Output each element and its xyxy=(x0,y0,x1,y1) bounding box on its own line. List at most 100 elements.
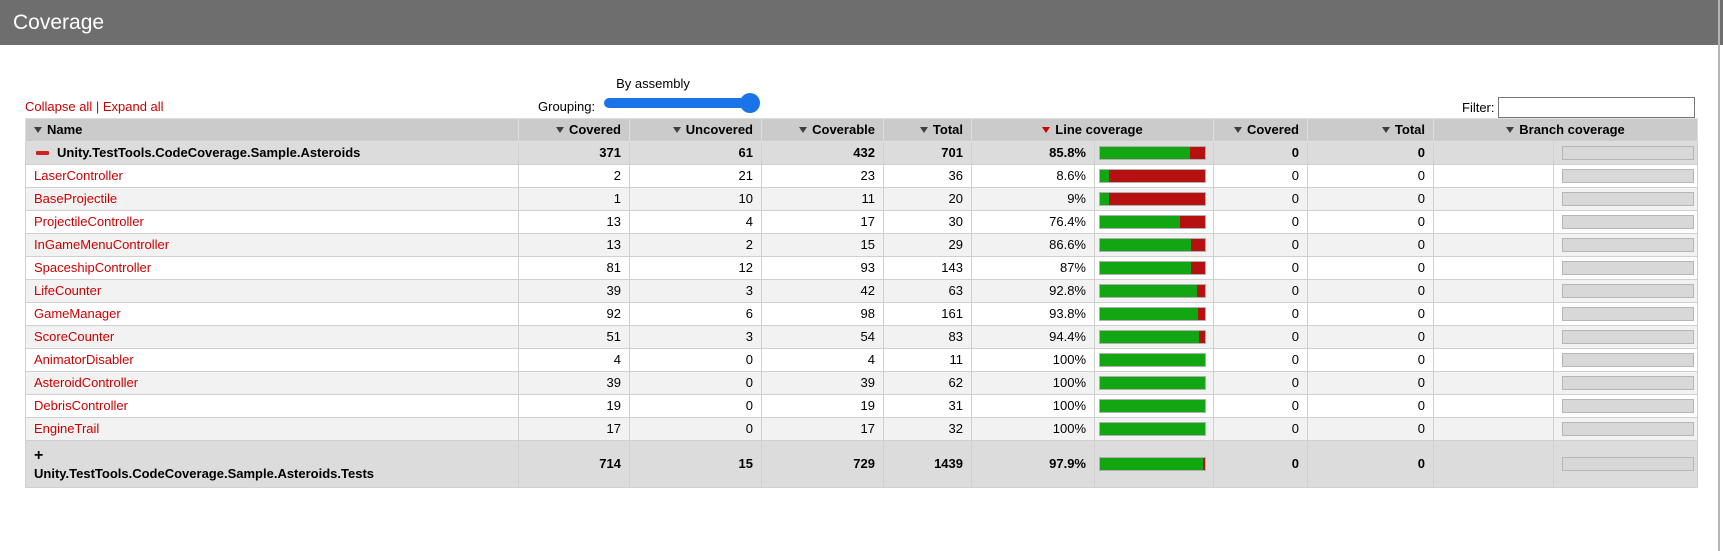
name-cell: EngineTrail xyxy=(26,418,519,441)
line-coverage-percent: 100% xyxy=(972,418,1095,441)
collapse-row-icon[interactable] xyxy=(36,151,49,155)
name-cell: +Unity.TestTools.CodeCoverage.Sample.Ast… xyxy=(26,441,519,488)
grouping-slider-track[interactable] xyxy=(604,98,758,108)
col-header-label: Covered xyxy=(569,122,621,137)
class-link[interactable]: AnimatorDisabler xyxy=(34,352,134,367)
branch-coverage-bar-cell xyxy=(1554,211,1698,234)
name-cell: AnimatorDisabler xyxy=(26,349,519,372)
col-header-name[interactable]: Name xyxy=(26,119,519,142)
branch-coverage-percent xyxy=(1434,188,1554,211)
grouping-label: Grouping: xyxy=(538,99,595,114)
branch-coverage-bar xyxy=(1562,238,1694,252)
line-coverage-percent: 92.8% xyxy=(972,280,1095,303)
branch-coverage-bar-cell xyxy=(1554,142,1698,165)
branch-coverage-bar-cell xyxy=(1554,303,1698,326)
expand-all-link[interactable]: Expand all xyxy=(103,99,164,114)
table-row: LifeCounter 39 3 42 63 92.8% 0 0 xyxy=(26,280,1698,303)
branch-coverage-bar xyxy=(1562,169,1694,183)
class-link[interactable]: InGameMenuController xyxy=(34,237,169,252)
table-row: ProjectileController 13 4 17 30 76.4% 0 … xyxy=(26,211,1698,234)
total-cell: 32 xyxy=(884,418,972,441)
line-coverage-bar-fill xyxy=(1100,285,1197,297)
branch-coverage-bar-cell xyxy=(1554,441,1698,488)
col-header-uncovered[interactable]: Uncovered xyxy=(630,119,762,142)
table-row: AsteroidController 39 0 39 62 100% 0 0 xyxy=(26,372,1698,395)
branch-covered-cell: 0 xyxy=(1214,188,1308,211)
col-header-line-coverage[interactable]: Line coverage xyxy=(972,119,1214,142)
line-coverage-bar xyxy=(1099,261,1206,275)
branch-coverage-bar xyxy=(1562,457,1694,471)
uncovered-cell: 21 xyxy=(630,165,762,188)
covered-cell: 2 xyxy=(519,165,630,188)
coverable-cell: 15 xyxy=(762,234,884,257)
col-header-branch-coverage[interactable]: Branch coverage xyxy=(1434,119,1698,142)
class-link[interactable]: ScoreCounter xyxy=(34,329,114,344)
branch-covered-cell: 0 xyxy=(1214,211,1308,234)
branch-total-cell: 0 xyxy=(1308,188,1434,211)
class-link[interactable]: GameManager xyxy=(34,306,121,321)
class-link[interactable]: BaseProjectile xyxy=(34,191,117,206)
line-coverage-bar-cell xyxy=(1095,395,1214,418)
table-row: EngineTrail 17 0 17 32 100% 0 0 xyxy=(26,418,1698,441)
branch-coverage-bar xyxy=(1562,376,1694,390)
table-row: GameManager 92 6 98 161 93.8% 0 0 xyxy=(26,303,1698,326)
branch-coverage-bar-cell xyxy=(1554,326,1698,349)
line-coverage-bar-cell xyxy=(1095,326,1214,349)
line-coverage-bar-cell xyxy=(1095,280,1214,303)
col-header-branch-covered[interactable]: Covered xyxy=(1214,119,1308,142)
branch-covered-cell: 0 xyxy=(1214,165,1308,188)
expand-row-icon[interactable]: + xyxy=(34,450,43,462)
class-link[interactable]: LaserController xyxy=(34,168,123,183)
grouping-slider[interactable] xyxy=(604,93,758,113)
class-link[interactable]: EngineTrail xyxy=(34,421,99,436)
col-header-coverable[interactable]: Coverable xyxy=(762,119,884,142)
branch-total-cell: 0 xyxy=(1308,418,1434,441)
col-header-branch-total[interactable]: Total xyxy=(1308,119,1434,142)
line-coverage-bar xyxy=(1099,353,1206,367)
line-coverage-bar-fill xyxy=(1100,170,1109,182)
line-coverage-percent: 86.6% xyxy=(972,234,1095,257)
covered-cell: 13 xyxy=(519,211,630,234)
coverable-cell: 729 xyxy=(762,441,884,488)
branch-coverage-bar-cell xyxy=(1554,349,1698,372)
col-header-label: Total xyxy=(933,122,963,137)
line-coverage-bar xyxy=(1099,192,1206,206)
uncovered-cell: 0 xyxy=(630,372,762,395)
class-link[interactable]: ProjectileController xyxy=(34,214,144,229)
class-link[interactable]: LifeCounter xyxy=(34,283,101,298)
branch-coverage-bar-cell xyxy=(1554,234,1698,257)
line-coverage-bar xyxy=(1099,399,1206,413)
total-cell: 83 xyxy=(884,326,972,349)
class-link[interactable]: AsteroidController xyxy=(34,375,138,390)
filter-label: Filter: xyxy=(1462,100,1495,115)
covered-cell: 92 xyxy=(519,303,630,326)
line-coverage-percent: 85.8% xyxy=(972,142,1095,165)
uncovered-cell: 12 xyxy=(630,257,762,280)
filter-input[interactable] xyxy=(1498,97,1695,118)
coverable-cell: 39 xyxy=(762,372,884,395)
uncovered-cell: 6 xyxy=(630,303,762,326)
tree-controls: Collapse all | Expand all xyxy=(25,99,164,114)
table-row: ScoreCounter 51 3 54 83 94.4% 0 0 xyxy=(26,326,1698,349)
grouping-slider-thumb[interactable] xyxy=(740,93,760,113)
coverable-cell: 4 xyxy=(762,349,884,372)
collapse-all-link[interactable]: Collapse all xyxy=(25,99,92,114)
covered-cell: 1 xyxy=(519,188,630,211)
name-cell: DebrisController xyxy=(26,395,519,418)
branch-coverage-bar xyxy=(1562,284,1694,298)
name-cell: ScoreCounter xyxy=(26,326,519,349)
coverable-cell: 98 xyxy=(762,303,884,326)
class-link[interactable]: DebrisController xyxy=(34,398,128,413)
branch-total-cell: 0 xyxy=(1308,234,1434,257)
line-coverage-bar-cell xyxy=(1095,349,1214,372)
class-link[interactable]: SpaceshipController xyxy=(34,260,151,275)
line-coverage-bar-cell xyxy=(1095,441,1214,488)
branch-total-cell: 0 xyxy=(1308,257,1434,280)
line-coverage-bar-fill xyxy=(1100,458,1203,470)
col-header-covered[interactable]: Covered xyxy=(519,119,630,142)
branch-coverage-percent xyxy=(1434,349,1554,372)
coverage-table-body: Unity.TestTools.CodeCoverage.Sample.Aste… xyxy=(26,142,1698,488)
line-coverage-percent: 97.9% xyxy=(972,441,1095,488)
col-header-total[interactable]: Total xyxy=(884,119,972,142)
line-coverage-percent: 94.4% xyxy=(972,326,1095,349)
